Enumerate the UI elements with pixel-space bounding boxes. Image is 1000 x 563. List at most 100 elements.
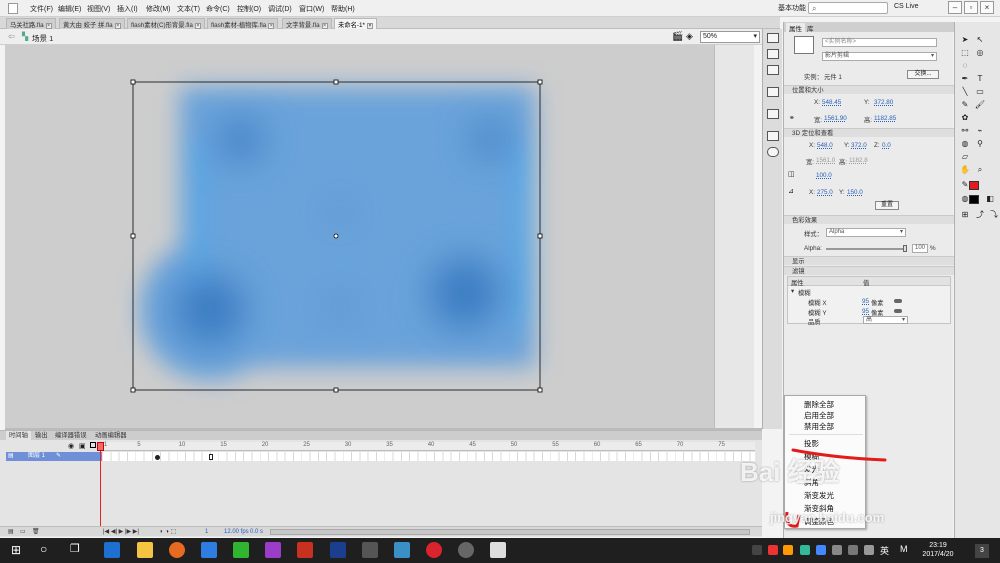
frames-row[interactable] bbox=[103, 452, 755, 461]
menu-help[interactable]: 帮助(H) bbox=[331, 4, 355, 14]
netease-music-icon[interactable] bbox=[426, 542, 442, 558]
y-value[interactable]: 372.80 bbox=[874, 99, 893, 106]
menu-item-disable-all[interactable]: 禁用全部 bbox=[804, 421, 834, 432]
tray-chevron-icon[interactable] bbox=[752, 545, 762, 555]
section-3d[interactable]: 3D 定位和查看 bbox=[784, 128, 954, 137]
tab-properties[interactable]: 属性 bbox=[786, 23, 805, 33]
ime-indicator[interactable]: 英 bbox=[880, 544, 889, 557]
swap-colors-icon[interactable]: ◧ bbox=[983, 193, 997, 205]
stroke-color-swatch[interactable] bbox=[969, 181, 979, 190]
tray-app-icon[interactable] bbox=[800, 545, 810, 555]
hand-tool-icon[interactable]: ✋ bbox=[958, 164, 972, 176]
snap-to-objects-icon[interactable]: ⊞ bbox=[958, 209, 972, 221]
stage-area[interactable] bbox=[5, 45, 714, 429]
blur-x-value[interactable]: 95 bbox=[862, 298, 869, 305]
y3d-value[interactable]: 372.0 bbox=[851, 142, 867, 149]
bind-tool-icon[interactable]: ⌁ bbox=[973, 125, 987, 137]
menu-item-delete-all[interactable]: 删除全部 bbox=[804, 399, 834, 410]
text-tool-icon[interactable]: T bbox=[973, 73, 987, 85]
back-arrow-icon[interactable]: ⇦ bbox=[8, 32, 15, 41]
outline-icon[interactable] bbox=[90, 442, 96, 448]
menu-text[interactable]: 文本(T) bbox=[177, 4, 200, 14]
link-icon[interactable] bbox=[894, 299, 902, 303]
menu-file[interactable]: 文件(F) bbox=[30, 4, 53, 14]
align-icon[interactable] bbox=[767, 87, 779, 97]
doc-tab[interactable]: flash素材(C)形背景.fla × bbox=[127, 18, 205, 29]
menu-modify[interactable]: 修改(M) bbox=[146, 4, 171, 14]
link-icon[interactable] bbox=[894, 309, 902, 313]
tab-compiler-errors[interactable]: 编译器错误 bbox=[52, 431, 89, 440]
motion-presets-icon[interactable] bbox=[767, 65, 779, 75]
photoshop-icon[interactable] bbox=[330, 542, 346, 558]
help-search-input[interactable]: ⌕ bbox=[808, 2, 888, 14]
blur-y-value[interactable]: 95 bbox=[862, 308, 869, 315]
restore-button[interactable]: ▫ bbox=[964, 1, 978, 14]
section-position[interactable]: 位置和大小 bbox=[784, 85, 954, 94]
swap-button[interactable]: 交换... bbox=[907, 70, 939, 79]
tray-app-icon[interactable] bbox=[768, 545, 778, 555]
new-layer-icon[interactable]: ▤ bbox=[8, 527, 14, 537]
filter-name[interactable]: 模糊 bbox=[798, 288, 811, 297]
brush-tool-icon[interactable]: 🖌 bbox=[973, 99, 987, 111]
eraser-tool-icon[interactable]: ▱ bbox=[958, 151, 972, 163]
doc-tab[interactable]: 黄大由 蛟子 拼.fla × bbox=[59, 18, 125, 29]
symbol-type-select[interactable]: 影片剪辑 ▾ bbox=[822, 52, 937, 61]
eye-icon[interactable]: ◉ bbox=[68, 442, 74, 450]
doc-tab[interactable]: 文字背景.fla × bbox=[282, 18, 332, 29]
end-frame[interactable] bbox=[209, 454, 213, 460]
photos-icon[interactable] bbox=[490, 542, 506, 558]
subselection-tool-icon[interactable]: ↖ bbox=[973, 34, 987, 46]
lasso-icon[interactable]: ◌ bbox=[958, 60, 972, 72]
z3d-value[interactable]: 0.0 bbox=[882, 142, 891, 149]
start-icon[interactable]: ⊞ bbox=[11, 543, 21, 557]
pen-tool-icon[interactable]: ✒ bbox=[958, 73, 972, 85]
paint-bucket-icon[interactable]: ◍ bbox=[958, 138, 972, 150]
smooth-icon[interactable]: ⤴ bbox=[973, 209, 987, 221]
firefox-icon[interactable] bbox=[169, 542, 185, 558]
playhead-handle[interactable] bbox=[97, 442, 104, 451]
straighten-icon[interactable]: ⤵ bbox=[987, 209, 1000, 221]
tab-timeline[interactable]: 时间轴 bbox=[6, 431, 31, 440]
battery-icon[interactable] bbox=[864, 545, 874, 555]
color-panel-icon[interactable] bbox=[767, 33, 779, 43]
perspective-value[interactable]: 100.0 bbox=[816, 172, 832, 179]
flash-icon[interactable] bbox=[297, 542, 313, 558]
w-value[interactable]: 1561.90 bbox=[824, 115, 847, 122]
edit-symbol-icon[interactable]: ◈ bbox=[686, 31, 693, 42]
notification-center-icon[interactable]: 3 bbox=[975, 544, 989, 558]
deco-tool-icon[interactable]: ✿ bbox=[958, 112, 972, 124]
section-filters[interactable]: 滤镜 bbox=[784, 266, 954, 275]
menu-debug[interactable]: 调试(D) bbox=[268, 4, 292, 14]
x-value[interactable]: 548.45 bbox=[822, 99, 841, 106]
info-icon[interactable] bbox=[767, 131, 779, 141]
tray-app-icon[interactable] bbox=[783, 545, 793, 555]
line-tool-icon[interactable]: ╲ bbox=[958, 86, 972, 98]
doc-tab[interactable]: 马关社路.fla × bbox=[6, 18, 56, 29]
app-icon[interactable] bbox=[265, 542, 281, 558]
alpha-slider-thumb[interactable] bbox=[903, 245, 907, 252]
workspace-switcher[interactable]: 基本功能 ▾ bbox=[778, 3, 811, 13]
delete-layer-icon[interactable]: 🗑 bbox=[32, 527, 40, 537]
cs-live-button[interactable]: CS Live bbox=[894, 3, 919, 10]
vx-value[interactable]: 275.0 bbox=[817, 189, 833, 196]
timeline-ruler[interactable]: 1 5 10 15 20 25 30 35 40 45 50 55 60 65 70 75 bbox=[103, 442, 755, 451]
pencil-tool-icon[interactable]: ✎ bbox=[958, 99, 972, 111]
quality-select[interactable]: 高 ▾ bbox=[863, 316, 908, 324]
app-icon[interactable] bbox=[394, 542, 410, 558]
shield-icon[interactable] bbox=[816, 545, 826, 555]
section-display[interactable]: 显示 bbox=[784, 256, 954, 265]
lock-icon[interactable]: ▣ bbox=[79, 442, 86, 450]
free-transform-icon[interactable]: ⬚ bbox=[958, 47, 972, 59]
zoom-tool-icon[interactable]: ⌕ bbox=[973, 164, 987, 176]
keyframe[interactable] bbox=[155, 455, 160, 460]
x3d-value[interactable]: 548.0 bbox=[817, 142, 833, 149]
menu-insert[interactable]: 插入(I) bbox=[117, 4, 138, 14]
volume-icon[interactable] bbox=[848, 545, 858, 555]
onion-skin-icon[interactable]: ◐ ◑ ⬚ bbox=[160, 527, 176, 537]
app-icon[interactable] bbox=[201, 542, 217, 558]
minimize-button[interactable]: – bbox=[948, 1, 962, 14]
playback-controls[interactable]: |◀ ◀| ▶ |▶ ▶| bbox=[103, 527, 139, 537]
blurred-symbol-instance[interactable] bbox=[5, 45, 714, 429]
ime-mode[interactable]: M bbox=[900, 544, 908, 554]
bone-tool-icon[interactable]: ⚯ bbox=[958, 125, 972, 137]
